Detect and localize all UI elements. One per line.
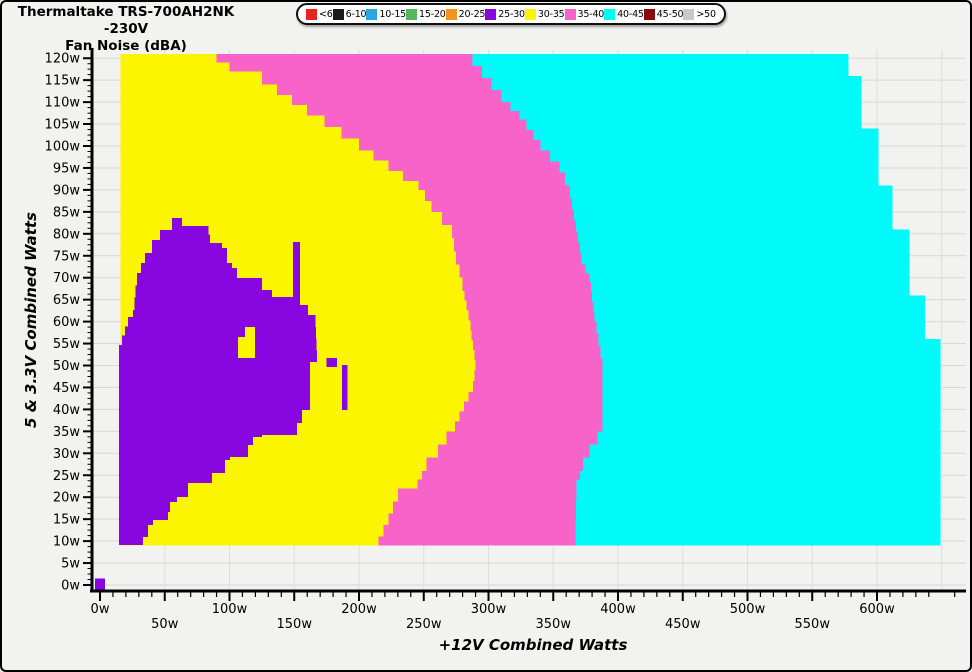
y-tick-label: 30w <box>53 447 81 462</box>
y-tick-label: 5w <box>61 557 80 572</box>
x-tick-label: 350w <box>536 617 572 632</box>
y-tick-label: 40w <box>53 403 81 418</box>
y-tick-label: 85w <box>53 205 81 220</box>
y-tick-label: 20w <box>53 491 81 506</box>
y-tick-label: 90w <box>53 183 81 198</box>
y-tick-label: 110w <box>45 96 81 111</box>
x-tick-label: 600w <box>859 602 895 617</box>
y-tick-label: 60w <box>53 315 81 330</box>
y-tick-label: 15w <box>53 513 81 528</box>
y-tick-label: 35w <box>53 425 81 440</box>
plot-area: 0w 5w 10w 15w 20w 25w 30w 35w 40w 45w 50w 55w 60w 65w… <box>0 0 972 672</box>
y-tick-label: 120w <box>45 52 81 67</box>
y-tick-label: 65w <box>53 293 81 308</box>
y-tick-label: 0w <box>61 579 80 594</box>
y-tick-label: 115w <box>45 74 81 89</box>
y-tick-label: 45w <box>53 381 81 396</box>
x-tick-label: 0w <box>91 602 110 617</box>
y-tick-label: 70w <box>53 271 81 286</box>
y-tick-label: 80w <box>53 227 81 242</box>
y-tick-label: 55w <box>53 337 81 352</box>
noise-regions <box>95 54 941 590</box>
y-tick-label: 95w <box>53 161 81 176</box>
x-tick-label: 500w <box>730 602 766 617</box>
region-25-30-sliver <box>342 365 347 410</box>
x-tick-label: 550w <box>795 617 831 632</box>
x-tick-label: 300w <box>471 602 507 617</box>
x-tick-label: 50w <box>151 617 179 632</box>
y-tick-label: 25w <box>53 469 81 484</box>
x-axis-title: +12V Combined Watts <box>363 636 703 654</box>
x-tick-label: 450w <box>665 617 701 632</box>
x-tick-label: 150w <box>277 617 313 632</box>
y-tick-label: 105w <box>45 118 81 133</box>
region-25-30-origin-cell <box>95 578 105 589</box>
region-25-30-dash <box>327 358 337 367</box>
y-tick-label: 50w <box>53 359 81 374</box>
y-axis-title: 5 & 3.3V Combined Watts <box>22 212 40 428</box>
fan-noise-chart: Thermaltake TRS-700AH2NK -230V Fan Noise… <box>0 0 972 672</box>
x-tick-label: 400w <box>600 602 636 617</box>
y-tick-label: 100w <box>45 140 81 155</box>
y-tick-label: 10w <box>53 535 81 550</box>
x-tick-label: 200w <box>341 602 377 617</box>
x-tick-label: 250w <box>406 617 442 632</box>
y-tick-label: 75w <box>53 249 81 264</box>
x-tick-label: 100w <box>212 602 248 617</box>
